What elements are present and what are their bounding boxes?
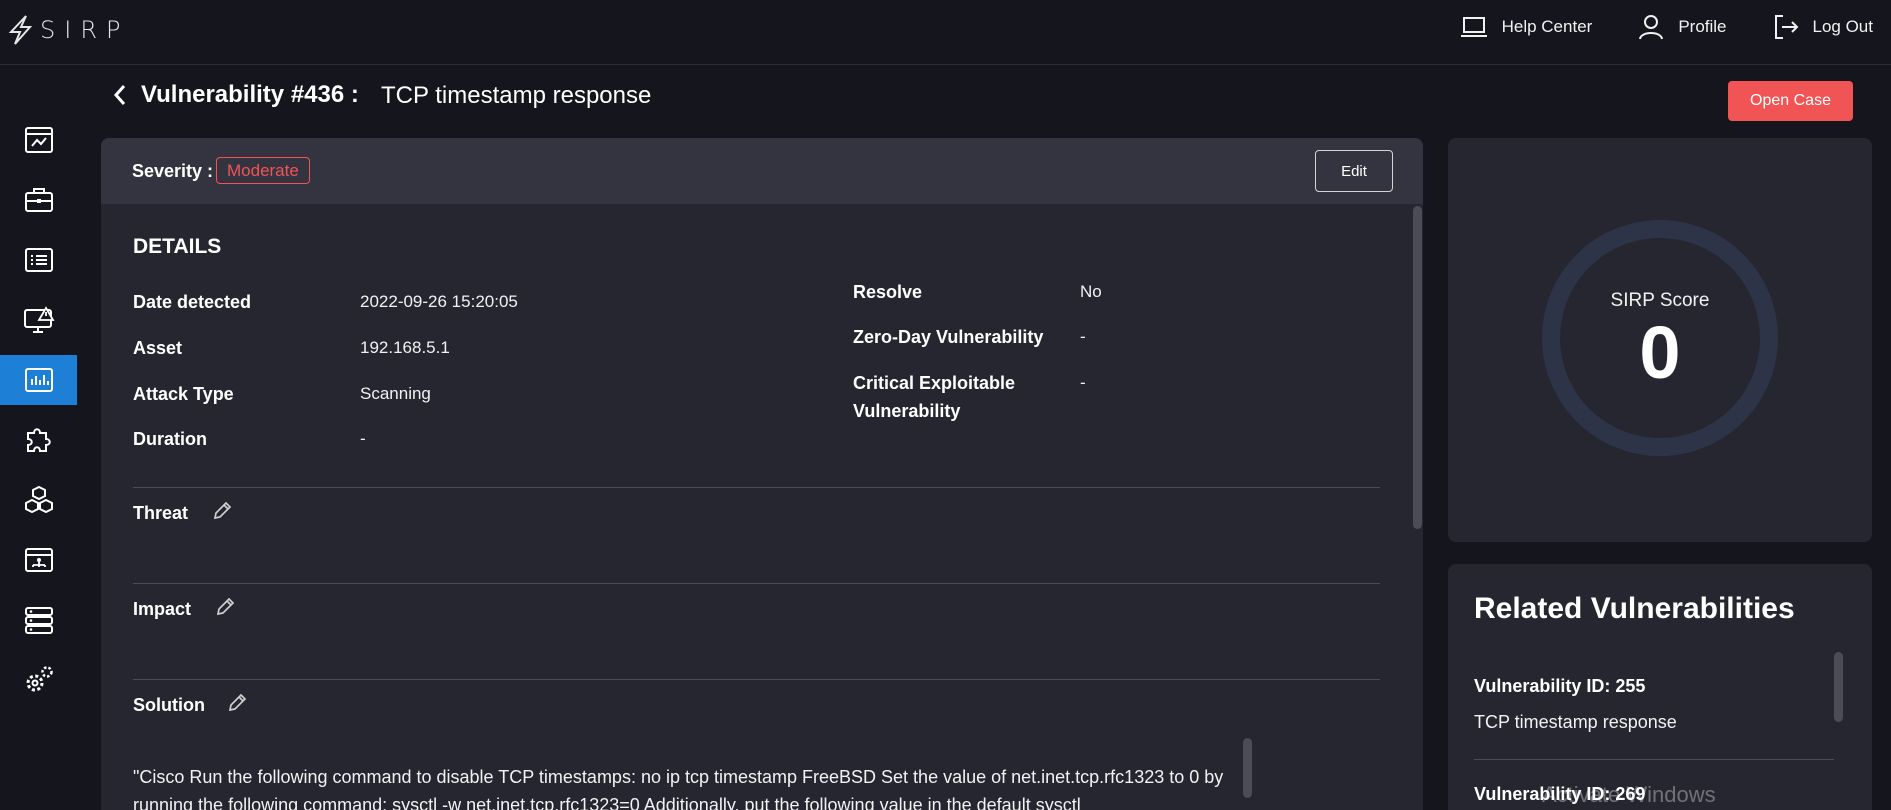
severity-badge: Moderate	[216, 157, 310, 184]
logout-label: Log Out	[1812, 17, 1874, 36]
sidebar-item-alerts[interactable]	[0, 295, 77, 345]
critical-exploitable-value: -	[1080, 373, 1086, 392]
edit-impact-pencil-icon[interactable]	[214, 596, 236, 618]
section-divider	[133, 583, 1380, 584]
settings-icon	[26, 666, 53, 692]
top-navigation: Help Center Profile Log Out	[1414, 14, 1873, 40]
sidebar-item-dashboard[interactable]	[0, 115, 77, 165]
attack-type-label: Attack Type	[133, 384, 234, 404]
related-item-name[interactable]: TCP timestamp response	[1474, 712, 1677, 733]
resolve-value: No	[1080, 282, 1102, 301]
zero-day-label: Zero-Day Vulnerability	[853, 327, 1044, 347]
sidebar-item-vulnerabilities[interactable]	[0, 355, 77, 405]
solution-label: Solution	[133, 695, 205, 715]
puzzle-icon	[26, 428, 51, 452]
sirp-score-card: SIRP Score 0	[1448, 138, 1872, 542]
top-bar: SIRP Help Center Profile Log Out	[0, 0, 1891, 65]
severity-label: Severity :	[132, 161, 214, 181]
related-scrollbar[interactable]	[1834, 652, 1843, 722]
monitor-alert-icon	[23, 306, 55, 333]
related-title: Related Vulnerabilities	[1474, 592, 1795, 625]
sirp-logo[interactable]: SIRP	[8, 14, 129, 46]
profile-link[interactable]: Profile	[1638, 14, 1727, 40]
duration-label: Duration	[133, 429, 207, 449]
page-subtitle: TCP timestamp response	[381, 82, 652, 109]
related-vulnerabilities-card: Related Vulnerabilities Vulnerability ID…	[1448, 564, 1872, 810]
briefcase-icon	[24, 188, 53, 212]
activate-windows-watermark: Activate Windows	[1542, 782, 1716, 807]
solution-scrollbar[interactable]	[1243, 738, 1252, 798]
list-icon	[24, 248, 53, 272]
laptop-icon	[1460, 17, 1487, 37]
cubes-icon	[24, 485, 53, 514]
bolt-icon	[8, 15, 33, 45]
section-divider	[133, 679, 1380, 680]
zero-day-value: -	[1080, 327, 1086, 346]
date-detected-value: 2022-09-26 15:20:05	[360, 292, 518, 311]
logout-icon	[1774, 15, 1798, 39]
edit-solution-pencil-icon[interactable]	[226, 692, 248, 714]
solution-text: "Cisco Run the following command to disa…	[133, 767, 1224, 810]
dashboard-icon	[24, 127, 53, 153]
date-detected-label: Date detected	[133, 292, 252, 312]
vulnerability-chart-icon	[24, 368, 53, 392]
related-divider	[1474, 759, 1834, 760]
sidebar	[0, 65, 77, 810]
card-scrollbar[interactable]	[1413, 206, 1422, 529]
brand-name: SIRP	[40, 16, 130, 44]
edit-button[interactable]: Edit	[1315, 150, 1393, 192]
logout-link[interactable]: Log Out	[1773, 14, 1874, 40]
help-center-label: Help Center	[1501, 17, 1593, 36]
asset-value: 192.168.5.1	[360, 338, 450, 357]
sidebar-item-integrations[interactable]	[0, 415, 77, 465]
threat-label: Threat	[133, 503, 189, 523]
back-arrow-icon[interactable]	[110, 82, 130, 108]
open-case-button[interactable]: Open Case	[1728, 81, 1853, 121]
resolve-label: Resolve	[853, 282, 923, 302]
profile-label: Profile	[1678, 17, 1727, 36]
card-header: Severity : Moderate Edit	[101, 138, 1423, 204]
related-item-id[interactable]: Vulnerability ID: 255	[1474, 676, 1645, 697]
score-label: SIRP Score	[1610, 290, 1710, 311]
asset-label: Asset	[133, 338, 183, 358]
help-center-link[interactable]: Help Center	[1460, 15, 1593, 39]
sidebar-item-settings[interactable]	[0, 655, 77, 705]
edit-threat-pencil-icon[interactable]	[211, 500, 233, 522]
user-icon	[1639, 15, 1664, 40]
sidebar-item-assets[interactable]	[0, 475, 77, 525]
database-icon	[24, 607, 53, 634]
details-heading: DETAILS	[133, 235, 222, 258]
network-icon	[24, 548, 53, 572]
sidebar-item-cases[interactable]	[0, 175, 77, 225]
score-value: 0	[1639, 311, 1681, 394]
impact-label: Impact	[133, 599, 192, 619]
sidebar-item-database[interactable]	[0, 595, 77, 645]
duration-value: -	[360, 429, 366, 448]
section-divider	[133, 487, 1380, 488]
page-title: Vulnerability #436 :	[141, 81, 359, 108]
sidebar-item-list[interactable]	[0, 235, 77, 285]
critical-exploitable-label: Critical Exploitable Vulnerability	[853, 373, 1016, 421]
sidebar-item-network[interactable]	[0, 535, 77, 585]
attack-type-value: Scanning	[360, 384, 431, 403]
vulnerability-details-card: Severity : Moderate Edit DETAILS Date de…	[101, 138, 1423, 810]
